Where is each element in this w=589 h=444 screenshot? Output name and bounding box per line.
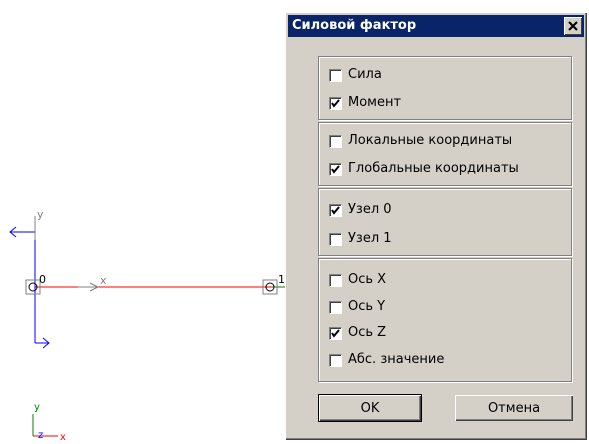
checkbox-sila-box[interactable] bbox=[329, 68, 342, 82]
checkbox-axis-x-label: Ось X bbox=[348, 272, 387, 287]
checkbox-global-coords-label: Глобальные координаты bbox=[348, 161, 519, 176]
checkbox-local-coords[interactable]: Локальные координаты bbox=[329, 132, 512, 150]
checkbox-moment[interactable]: Момент bbox=[329, 94, 401, 112]
cancel-button[interactable]: Отмена bbox=[455, 395, 573, 421]
checkbox-local-coords-box[interactable] bbox=[329, 134, 342, 148]
triad-y-label: y bbox=[34, 402, 40, 413]
checkbox-node-0-label: Узел 0 bbox=[348, 202, 392, 217]
checkmark-icon bbox=[331, 205, 340, 215]
checkbox-sila-label: Сила bbox=[348, 67, 382, 82]
checkbox-abs-value-label: Абс. значение bbox=[348, 352, 445, 367]
checkbox-node-1-label: Узел 1 bbox=[348, 231, 392, 246]
checkbox-global-coords[interactable]: Глобальные координаты bbox=[329, 160, 519, 178]
ok-button[interactable]: OK bbox=[318, 394, 422, 422]
triad-x-label: x bbox=[60, 432, 66, 443]
checkbox-axis-y-label: Ось Y bbox=[348, 299, 386, 314]
checkbox-abs-value[interactable]: Абс. значение bbox=[329, 351, 444, 369]
close-button[interactable] bbox=[564, 17, 582, 35]
checkbox-node-0-box[interactable] bbox=[329, 203, 342, 217]
group-coords: Локальные координаты Глобальные координа… bbox=[318, 122, 572, 186]
checkbox-axis-z-box[interactable] bbox=[329, 326, 342, 340]
checkbox-local-coords-label: Локальные координаты bbox=[348, 133, 513, 148]
checkbox-axis-x-box[interactable] bbox=[329, 273, 342, 287]
checkmark-icon bbox=[331, 328, 340, 338]
close-icon bbox=[568, 21, 578, 31]
checkbox-axis-y[interactable]: Ось Y bbox=[329, 298, 385, 316]
checkbox-node-1-box[interactable] bbox=[329, 232, 342, 246]
local-y-label: y bbox=[37, 208, 44, 221]
checkbox-moment-box[interactable] bbox=[329, 96, 342, 110]
group-nodes: Узел 0 Узел 1 bbox=[318, 188, 572, 256]
group-factor: Сила Момент bbox=[318, 56, 572, 120]
group-axes: Ось X Ось Y Ось Z Абс. значение bbox=[318, 258, 572, 382]
checkbox-global-coords-box[interactable] bbox=[329, 162, 342, 176]
dialog-titlebar[interactable]: Силовой фактор bbox=[288, 15, 584, 37]
force-factor-dialog: Силовой фактор Сила Момент Локальные коо… bbox=[285, 12, 587, 440]
checkbox-node-1[interactable]: Узел 1 bbox=[329, 230, 392, 248]
dialog-title: Силовой фактор bbox=[292, 18, 417, 33]
checkbox-axis-z-label: Ось Z bbox=[348, 325, 387, 340]
checkbox-abs-value-box[interactable] bbox=[329, 353, 342, 367]
checkmark-icon bbox=[331, 98, 340, 108]
checkbox-axis-x[interactable]: Ось X bbox=[329, 271, 386, 289]
checkbox-moment-label: Момент bbox=[348, 95, 402, 110]
node-1-label: 1 bbox=[278, 273, 285, 286]
node-0-label: 0 bbox=[39, 273, 46, 286]
checkbox-node-0[interactable]: Узел 0 bbox=[329, 201, 392, 219]
checkmark-icon bbox=[331, 164, 340, 174]
checkbox-sila[interactable]: Сила bbox=[329, 66, 382, 84]
local-x-label: x bbox=[100, 274, 107, 287]
checkbox-axis-y-box[interactable] bbox=[329, 300, 342, 314]
checkbox-axis-z[interactable]: Ось Z bbox=[329, 324, 386, 342]
triad-z-label: z bbox=[38, 430, 43, 441]
